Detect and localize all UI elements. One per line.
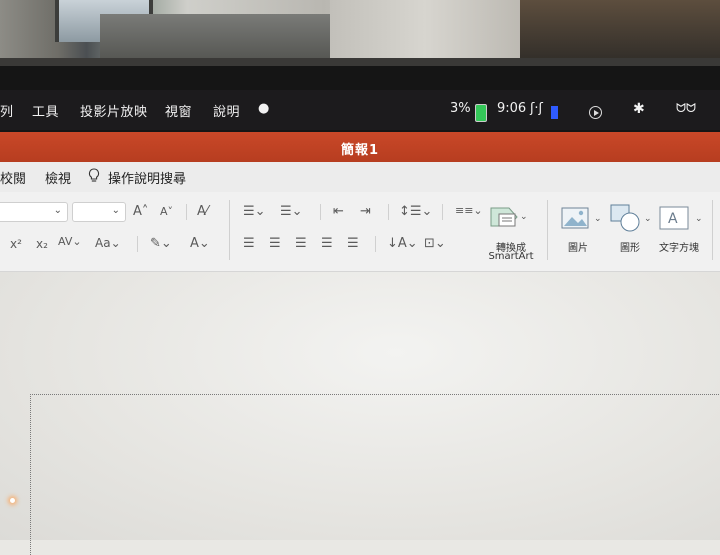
align-left-icon[interactable]: ☰ <box>243 236 255 251</box>
separator <box>320 204 321 220</box>
partial-menu-icon[interactable]: ● <box>258 101 270 116</box>
superscript-icon[interactable]: x² <box>10 237 22 251</box>
svg-text:⌄: ⌄ <box>644 214 652 224</box>
window-title: 簡報1 <box>340 143 380 158</box>
line-spacing-icon[interactable]: ↕☰⌄ <box>399 204 432 219</box>
numbering-icon[interactable]: ☰⌄ <box>280 204 303 219</box>
menu-item-window[interactable]: 視窗 <box>165 101 192 120</box>
smartart-icon[interactable]: ⌄ <box>489 206 529 228</box>
align-text-icon[interactable]: ⊡⌄ <box>424 236 446 251</box>
decrease-indent-icon[interactable]: ⇤ <box>333 204 344 219</box>
input-source-icon[interactable] <box>551 106 558 119</box>
separator <box>442 204 443 220</box>
columns-icon[interactable]: ≡≡⌄ <box>455 204 483 217</box>
battery-icon[interactable] <box>475 104 487 122</box>
align-center-icon[interactable]: ☰ <box>269 236 281 251</box>
tell-me-search[interactable]: 操作說明搜尋 <box>108 168 186 187</box>
textbox-icon[interactable]: A ⌄ <box>659 206 705 230</box>
picture-label[interactable]: 圖片 <box>560 239 596 254</box>
play-icon[interactable] <box>589 106 602 119</box>
font-name-dropdown[interactable]: ⌄ <box>0 202 68 222</box>
text-direction-icon[interactable]: ↓A⌄ <box>387 236 418 251</box>
distributed-icon[interactable]: ☰ <box>347 236 359 251</box>
window-title-bar: 簡報1 <box>0 132 720 162</box>
battery-percent: 3% <box>450 101 471 116</box>
macos-menu-bar: 列 工具 投影片放映 視窗 說明 ● 3% 9:06 ʃ·ʃ ✱ ᗢᗢ <box>0 90 720 130</box>
bluetooth-icon[interactable]: ✱ <box>633 101 645 117</box>
clock[interactable]: 9:06 <box>497 101 526 116</box>
separator <box>375 236 376 252</box>
svg-text:⌄: ⌄ <box>520 212 528 222</box>
highlight-pen-icon[interactable]: ✎⌄ <box>150 236 172 251</box>
shapes-label[interactable]: 圖形 <box>612 239 648 254</box>
picture-icon[interactable]: ⌄ <box>561 206 605 230</box>
increase-indent-icon[interactable]: ⇥ <box>360 204 371 219</box>
desk-partition <box>100 14 340 64</box>
airpods-icon[interactable]: ᗢᗢ <box>676 101 696 116</box>
slide-placeholder[interactable] <box>30 394 720 555</box>
separator <box>388 204 389 220</box>
home-ribbon: ⌄ ⌄ A˄ A˅ A⁄ x² x₂ AV⌄ Aa⌄ ✎⌄ A⌄ ☰⌄ ☰⌄ ⇤… <box>0 192 720 272</box>
svg-text:⌄: ⌄ <box>594 214 602 224</box>
bullets-icon[interactable]: ☰⌄ <box>243 204 266 219</box>
group-separator <box>547 200 548 260</box>
decrease-font-icon[interactable]: A˅ <box>160 205 173 218</box>
separator <box>137 236 138 252</box>
char-spacing-icon[interactable]: AV⌄ <box>58 235 82 248</box>
ribbon-tab-bar: 校閱 檢視 操作說明搜尋 <box>0 162 720 192</box>
svg-text:⌄: ⌄ <box>695 214 703 224</box>
menu-item-help[interactable]: 說明 <box>213 101 240 120</box>
menu-item-tools[interactable]: 工具 <box>32 101 59 120</box>
font-size-dropdown[interactable]: ⌄ <box>72 202 126 222</box>
convert-smartart-label-2[interactable]: SmartArt <box>476 251 546 262</box>
signal-icon[interactable]: ʃ·ʃ <box>530 101 543 116</box>
clear-format-icon[interactable]: A⁄ <box>197 204 208 219</box>
change-case-icon[interactable]: Aa⌄ <box>95 236 121 250</box>
background-scene <box>0 0 720 70</box>
separator <box>186 204 187 220</box>
tab-view[interactable]: 檢視 <box>45 168 71 187</box>
svg-text:A: A <box>668 211 678 227</box>
light-reflection <box>10 498 15 503</box>
group-separator <box>712 200 713 260</box>
increase-font-icon[interactable]: A˄ <box>133 204 148 219</box>
font-color-icon[interactable]: A⌄ <box>190 236 210 251</box>
textbox-label[interactable]: 文字方塊 <box>652 239 706 254</box>
justify-icon[interactable]: ☰ <box>321 236 333 251</box>
group-separator <box>229 200 230 260</box>
shapes-icon[interactable]: ⌄ <box>610 204 656 232</box>
menu-item-slideshow[interactable]: 投影片放映 <box>80 101 148 120</box>
menu-item-arrange[interactable]: 列 <box>0 101 14 120</box>
align-right-icon[interactable]: ☰ <box>295 236 307 251</box>
subscript-icon[interactable]: x₂ <box>36 237 48 251</box>
lightbulb-icon <box>88 168 100 182</box>
tab-review[interactable]: 校閱 <box>0 168 26 187</box>
